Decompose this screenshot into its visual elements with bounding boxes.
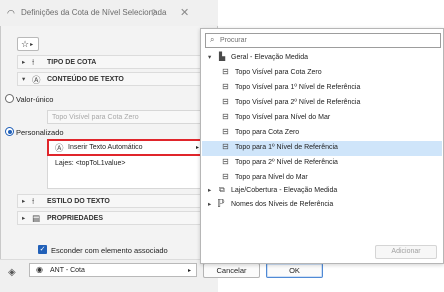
autotext-field-icon: ⊟ <box>222 127 229 136</box>
autotext-field-icon: ⊟ <box>222 142 229 151</box>
hide-with-element-label: Esconder com elemento associado <box>51 246 168 255</box>
chevron-right-icon: ▸ <box>187 268 191 274</box>
dimension-type-icon: ⟊ <box>32 57 35 67</box>
tree-group-geral[interactable]: ▾ ▙ Geral - Elevação Medida <box>202 51 442 66</box>
tree-item-selected[interactable]: ⊟ Topo para 1º Nível de Referência <box>202 141 442 156</box>
tree-group-laje[interactable]: ▸ ⧉ Laje/Cobertura - Elevação Medida <box>202 184 442 199</box>
panel-header-conteudo-texto[interactable]: ▾ Ⓐ CONTEÚDO DE TEXTO <box>17 72 203 86</box>
panel-label: PROPRIEDADES <box>47 215 104 222</box>
layer-select[interactable]: ◉ ANT - Cota ▸ <box>29 263 197 277</box>
insert-autotext-label: Inserir Texto Automático <box>68 144 143 151</box>
level-dimension-icon: ◠ <box>7 8 15 18</box>
add-button[interactable]: Adicionar <box>375 245 437 259</box>
autotext-field-icon: ⊟ <box>222 112 229 121</box>
chevron-right-icon: ▸ <box>30 41 34 48</box>
radio-personalizado[interactable] <box>5 127 14 136</box>
layer-icon: ◈ <box>8 267 16 278</box>
personalizado-label: Personalizado <box>16 128 64 137</box>
tree-item[interactable]: ⊟ Topo para Cota Zero <box>202 126 442 141</box>
cancel-button[interactable]: Cancelar <box>203 263 260 278</box>
panel-label: CONTEÚDO DE TEXTO <box>47 76 124 83</box>
tree-group-label: Nomes dos Níveis de Referência <box>231 201 334 208</box>
tree-item-label: Topo para Cota Zero <box>235 129 300 136</box>
tree-item[interactable]: ⊟ Topo Visível para 2º Nível de Referênc… <box>202 96 442 111</box>
star-icon: ☆ <box>21 39 30 49</box>
chevron-right-icon: ▸ <box>22 198 26 205</box>
search-placeholder: Procurar <box>220 37 247 44</box>
chevron-right-icon: ▸ <box>208 187 212 194</box>
panel-label: TIPO DE COTA <box>47 59 97 66</box>
dialog-title: Definições da Cota de Nível Selecionada <box>21 8 167 17</box>
panel-label: ESTILO DO TEXTO <box>47 198 110 205</box>
tree-item[interactable]: ⊟ Topo para 2º Nível de Referência <box>202 156 442 171</box>
tree-item-label: Topo Visível para 1º Nível de Referência <box>235 84 361 91</box>
tree-item-label: Topo para Nível do Mar <box>235 174 308 181</box>
search-icon: ⌕ <box>210 35 215 44</box>
autotext-field-icon: ⊟ <box>222 172 229 181</box>
chevron-down-icon: ▾ <box>208 54 212 61</box>
panel-header-tipo-cota[interactable]: ▸ ⟊ TIPO DE COTA <box>17 55 203 69</box>
insert-autotext-button[interactable]: Ⓐ Inserir Texto Automático ▸ <box>47 139 207 156</box>
radio-valor-unico[interactable] <box>5 94 14 103</box>
autotext-field-icon: ⊟ <box>222 67 229 76</box>
tree-group-label: Geral - Elevação Medida <box>231 54 309 61</box>
tree-item-label: Topo Visível para 2º Nível de Referência <box>235 99 361 106</box>
slab-roof-icon: ⧉ <box>219 185 225 194</box>
autotext-field-icon: ⊟ <box>222 82 229 91</box>
eye-icon: ◉ <box>36 265 43 274</box>
layer-value: ANT - Cota <box>50 267 85 274</box>
chevron-right-icon: ▸ <box>22 215 26 222</box>
panel-header-propriedades[interactable]: ▸ ▤ PROPRIEDADES <box>17 211 203 225</box>
valor-unico-label: Valor-único <box>16 95 54 104</box>
panel-header-estilo-texto[interactable]: ▸ ⟊ ESTILO DO TEXTO <box>17 194 203 208</box>
tree-item[interactable]: ⊟ Topo Visível para 1º Nível de Referênc… <box>202 81 442 96</box>
reference-level-names-icon: ℙ <box>217 198 225 210</box>
valor-unico-field: Topo Visível para Cota Zero <box>47 110 212 124</box>
tree-group-label: Laje/Cobertura - Elevação Medida <box>231 187 338 194</box>
level-elevation-icon: ▙ <box>219 52 226 61</box>
tree-item-label: Topo para 1º Nível de Referência <box>235 144 338 151</box>
chevron-right-icon: ▸ <box>195 145 199 151</box>
autotext-field-icon: ⊟ <box>222 97 229 106</box>
tree-item-label: Topo Visível para Cota Zero <box>235 69 322 76</box>
ok-button[interactable]: OK <box>266 263 323 278</box>
tree-item[interactable]: ⊟ Topo Visível para Nível do Mar <box>202 111 442 126</box>
hide-with-element-checkbox[interactable]: ✓ <box>38 245 47 254</box>
tree-group-nomes[interactable]: ▸ ℙ Nomes dos Níveis de Referência <box>202 198 442 213</box>
close-button[interactable]: ✕ <box>180 6 189 19</box>
text-content-icon: Ⓐ <box>32 75 41 85</box>
autotext-field-icon: ⊟ <box>222 157 229 166</box>
custom-text-area[interactable]: Lajes: <topToL1value> <box>47 156 207 189</box>
search-input[interactable]: ⌕ Procurar <box>205 33 441 48</box>
help-button[interactable]: ? <box>151 8 156 18</box>
chevron-right-icon: ▸ <box>208 201 212 208</box>
autotext-icon: Ⓐ <box>55 143 64 153</box>
tree-item-label: Topo Visível para Nível do Mar <box>235 114 331 121</box>
chevron-down-icon: ▾ <box>22 76 26 83</box>
tree-item-label: Topo para 2º Nível de Referência <box>235 159 338 166</box>
properties-icon: ▤ <box>32 213 41 223</box>
tree-item[interactable]: ⊟ Topo Visível para Cota Zero <box>202 66 442 81</box>
chevron-right-icon: ▸ <box>22 59 26 66</box>
text-style-icon: ⟊ <box>32 196 35 206</box>
favorites-button[interactable]: ☆▸ <box>17 37 39 51</box>
